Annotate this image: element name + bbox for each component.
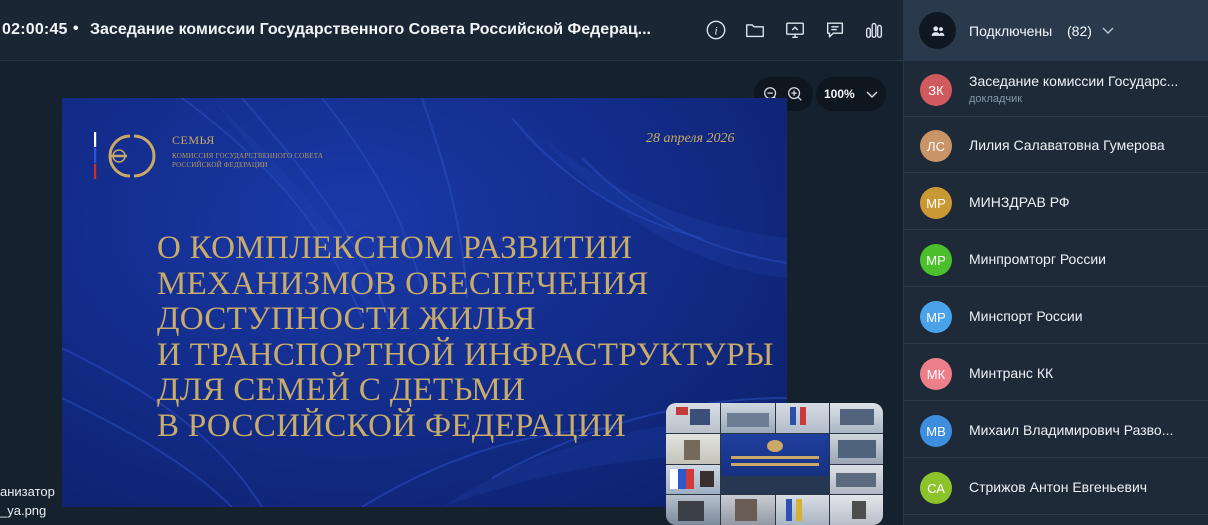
participant-row[interactable]: МР Минпромторг России [904, 231, 1208, 287]
meeting-title: Заседание комиссии Государственного Сове… [90, 21, 651, 38]
participant-role: докладчик [969, 93, 1023, 105]
avatar-initials: ЗК [928, 82, 944, 98]
screen-share-icon[interactable] [782, 17, 808, 43]
avatar: МК [920, 358, 952, 390]
participant-row[interactable]: ЛС Лилия Салаватовна Гумерова [904, 117, 1208, 173]
logo-subtitle-line1: КОМИССИЯ ГОСУДАРСТВЕННОГО СОВЕТА [172, 152, 324, 160]
commission-logo [94, 132, 156, 179]
video-tile [830, 434, 883, 464]
title-separator: • [73, 20, 79, 37]
participant-name: Минтранс КК [969, 365, 1054, 381]
participant-name: Лилия Салаватовна Гумерова [969, 137, 1165, 153]
participant-row[interactable]: СА Стрижов Антон Евгеньевич [904, 459, 1208, 515]
headline-line: доступности жилья [157, 301, 536, 337]
participant-row[interactable]: МР МИНЗДРАВ РФ [904, 174, 1208, 230]
video-tile [830, 495, 883, 525]
info-icon[interactable]: i [703, 17, 729, 43]
participants-header[interactable]: Подключены (82) [904, 0, 1208, 61]
avatar-initials: МР [926, 309, 946, 325]
avatar: МР [920, 244, 952, 276]
participant-name: Заседание комиссии Государс... [969, 73, 1179, 89]
presenter-label: анизатор [0, 484, 55, 499]
video-thumbnail[interactable] [666, 403, 883, 525]
logo-subtitle-line2: РОССИЙСКОЙ ФЕДЕРАЦИИ [172, 161, 268, 169]
video-tile [721, 403, 775, 433]
avatar-initials: МВ [926, 423, 946, 439]
avatar: МР [920, 301, 952, 333]
top-bar: 02:00:45 • Заседание комиссии Государств… [0, 0, 903, 61]
participants-label: Подключены [969, 23, 1053, 39]
avatar-initials: МК [926, 366, 946, 382]
participants-panel: Подключены (82) ЗК Заседание комиссии Го… [903, 0, 1208, 525]
main-stage: 02:00:45 • Заседание комиссии Государств… [0, 0, 903, 525]
folder-icon[interactable] [742, 17, 768, 43]
zoom-in-icon[interactable] [786, 85, 804, 103]
video-tile [666, 495, 720, 525]
users-icon [919, 12, 956, 49]
video-tile-main [721, 434, 829, 494]
participant-name: МИНЗДРАВ РФ [969, 194, 1070, 210]
participant-row[interactable]: МК Минтранс КК [904, 345, 1208, 401]
zoom-level-select[interactable]: 100% [816, 77, 886, 111]
avatar: ЛС [920, 130, 952, 162]
chevron-down-icon [866, 91, 878, 98]
participant-name: Минспорт России [969, 308, 1083, 324]
chevron-down-icon[interactable] [1101, 23, 1115, 37]
meeting-timer: 02:00:45 [2, 21, 68, 38]
participant-name: Михаил Владимирович Разво... [969, 422, 1174, 438]
zoom-level-value: 100% [824, 87, 855, 101]
avatar: СА [920, 472, 952, 504]
slide-date: 28 апреля 2026 [646, 131, 735, 146]
participant-row[interactable]: МР Минспорт России [904, 288, 1208, 344]
avatar-initials: МР [926, 195, 946, 211]
file-name-label: _ya.png [0, 503, 47, 518]
headline-line: и транспортной инфраструктуры [157, 336, 774, 373]
participant-name: Стрижов Антон Евгеньевич [969, 479, 1148, 495]
video-tile [830, 403, 883, 433]
chat-icon[interactable] [822, 17, 848, 43]
avatar: МР [920, 187, 952, 219]
headline-line: О комплексном развитии [157, 230, 633, 266]
video-tile [666, 465, 720, 494]
participant-name: Минпромторг России [969, 251, 1106, 267]
video-tile [776, 495, 829, 525]
avatar: МВ [920, 415, 952, 447]
headline-line: механизмов обеспечения [157, 265, 649, 302]
avatar-initials: ЛС [927, 138, 945, 154]
participant-row[interactable]: МВ Михаил Владимирович Разво... [904, 402, 1208, 458]
video-tile [776, 403, 829, 433]
video-tile [666, 403, 720, 433]
avatar-initials: МР [926, 252, 946, 268]
avatar-initials: СА [927, 480, 945, 496]
logo-title: СЕМЬЯ [172, 133, 215, 147]
video-tile [830, 465, 883, 494]
participant-row[interactable]: ЗК Заседание комиссии Государс... доклад… [904, 61, 1208, 117]
svg-text:i: i [714, 24, 717, 38]
avatar: ЗК [920, 74, 952, 106]
video-tile [666, 434, 720, 464]
stats-icon[interactable] [861, 17, 887, 43]
participants-count: (82) [1067, 23, 1092, 39]
video-tile [721, 495, 775, 525]
